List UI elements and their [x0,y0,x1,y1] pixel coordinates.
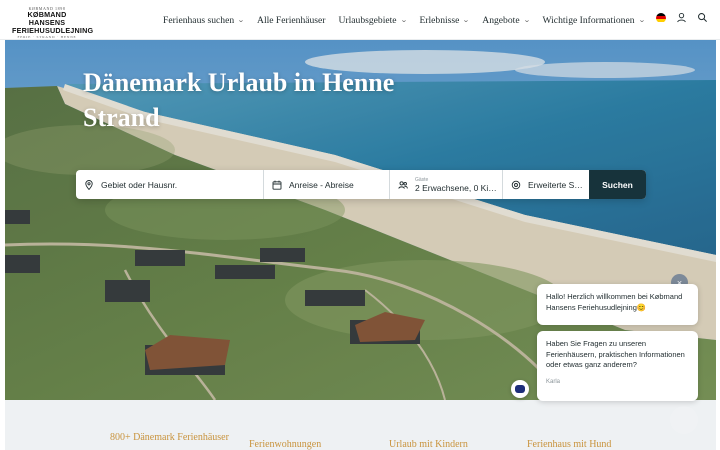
location-placeholder: Gebiet oder Hausnr. [101,179,178,190]
advanced-search-field[interactable]: Erweiterte Suche [503,170,589,199]
chat-message-question-text: Haben Sie Fragen zu unseren Ferienhäuser… [546,339,685,369]
chevron-down-icon: ⌄ [237,16,245,24]
main-nav: Ferienhaus suchen ⌄ Alle Ferienhäuser Url… [163,0,657,40]
nav-item-angebote[interactable]: Angebote ⌄ [482,15,531,26]
chevron-down-icon: ⌄ [399,16,408,24]
search-submit-button[interactable]: Suchen [589,170,646,199]
chevron-down-icon: ⌄ [462,16,471,24]
logo-name-line2: FERIEHUSUDLEJNING [12,26,94,35]
search-icon[interactable] [697,12,708,23]
chat-message-question[interactable]: Haben Sie Fragen zu unseren Ferienhäuser… [537,331,698,401]
guests-value: 2 Erwachsene, 0 Kinder [415,182,499,193]
location-pin-icon [85,179,93,190]
advanced-search-label: Erweiterte Suche [528,179,586,190]
site-header: KØBMAND 1898 KØBMAND HANSENS FERIEHUSUDL… [0,0,720,40]
guests-icon [398,180,408,189]
dates-field[interactable]: Anreise - Abreise [264,170,390,199]
nav-item-erlebnisse[interactable]: Erlebnisse ⌄ [419,15,471,26]
nav-item-ferienhaus-suchen[interactable]: Ferienhaus suchen ⌄ [163,15,245,26]
search-bar: Gebiet oder Hausnr. Anreise - Abreise Gä… [76,170,646,199]
logo-name-line1: KØBMAND HANSENS [27,10,67,27]
chat-message-welcome[interactable]: Hallo! Herzlich willkommen bei Købmand H… [537,284,698,325]
nav-item-alle-ferienhaeuser[interactable]: Alle Ferienhäuser [257,15,325,26]
category-link-urlaub-mit-kindern[interactable]: Urlaub mit Kindern [389,439,468,450]
category-links-section: 800+ Dänemark Ferienhäuser Ferienwohnung… [5,400,716,450]
category-link-ferienhaus-mit-hund[interactable]: Ferienhaus mit Hund [527,439,611,450]
logo-tagline: FERIE · STRAND · HENNE [17,35,77,39]
chevron-down-icon: ⌄ [637,16,646,24]
hero-title: Dänemark Urlaub in Henne Strand [83,68,395,132]
chat-avatar-icon [515,385,525,393]
category-link-ferienhaeuser[interactable]: 800+ Dänemark Ferienhäuser [110,432,229,443]
header-icons [656,12,708,23]
settings-icon [511,180,521,189]
user-icon[interactable] [676,12,687,23]
nav-item-urlaubsgebiete[interactable]: Urlaubsgebiete ⌄ [338,15,408,26]
location-field[interactable]: Gebiet oder Hausnr. [76,170,264,199]
chat-launcher-button[interactable] [670,406,698,434]
guests-field[interactable]: Gäste 2 Erwachsene, 0 Kinder [390,170,503,199]
chat-avatar[interactable] [511,380,529,398]
chat-message-welcome-text: Hallo! Herzlich willkommen bei Købmand H… [546,292,683,312]
brand-logo[interactable]: KØBMAND 1898 KØBMAND HANSENS FERIEHUSUDL… [12,6,94,39]
chevron-down-icon: ⌄ [522,16,531,24]
chat-agent-name: Karla [546,378,561,385]
category-link-ferienwohnungen[interactable]: Ferienwohnungen [249,439,321,450]
de-flag-icon[interactable] [656,12,666,23]
dates-placeholder: Anreise - Abreise [289,179,354,190]
calendar-icon [272,180,282,190]
nav-item-wichtige-informationen[interactable]: Wichtige Informationen ⌄ [542,15,646,26]
